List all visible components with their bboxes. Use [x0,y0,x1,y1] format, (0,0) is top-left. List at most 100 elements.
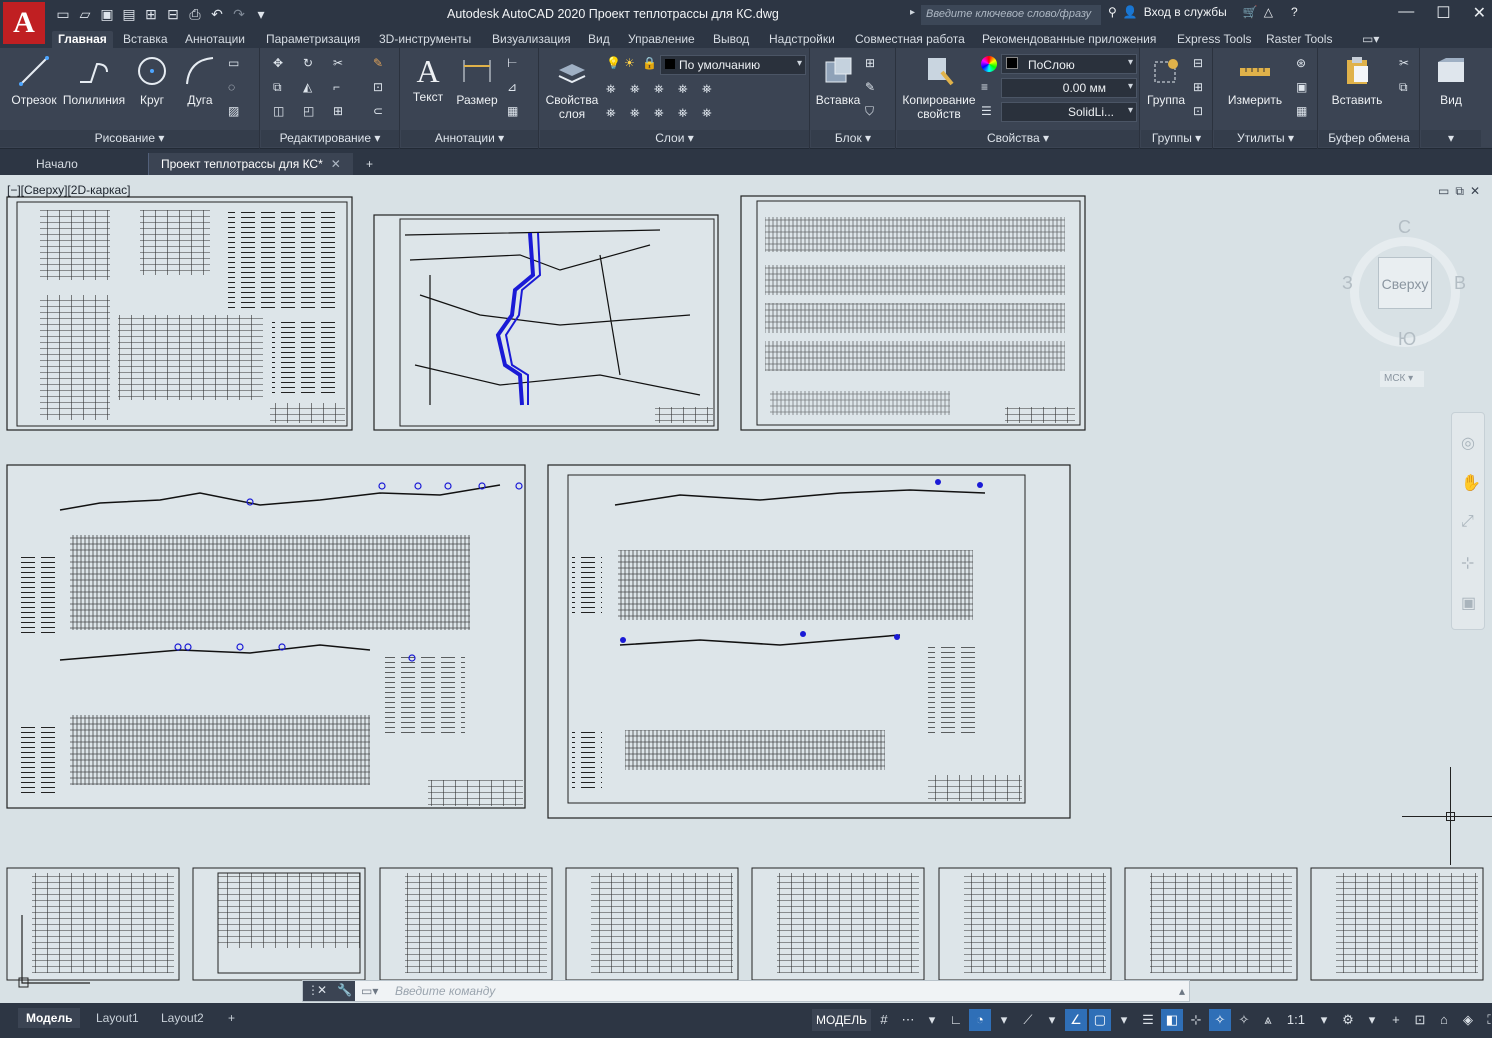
linetype-dropdown[interactable]: SolidLi... [1001,102,1137,122]
open-file-icon[interactable]: ▱ [76,5,94,23]
sheet-spec-3[interactable] [379,867,553,981]
ortho-icon[interactable]: ∟ [945,1009,967,1031]
copy-icon[interactable]: ⧉ [273,80,289,96]
offset-icon[interactable]: ⊂ [373,104,389,120]
object-snap-icon[interactable]: ▢ [1088,1009,1111,1031]
panel-layers-title[interactable]: Слои ▾ [540,130,809,147]
panel-draw-title[interactable]: Рисование ▾ [0,130,259,147]
measure-button[interactable]: Измерить [1222,54,1288,107]
layer-on-icon[interactable]: 💡 [606,56,622,72]
layer-freeze-icon[interactable]: ☀ [624,56,640,72]
a360-icon[interactable]: △ [1264,5,1273,19]
trim-icon[interactable]: ✂ [333,56,349,72]
isodraft-icon[interactable]: ⟋ [1017,1009,1039,1031]
compass-south[interactable]: Ю [1398,329,1416,350]
annotation-scale-value[interactable]: 1:1 [1281,1009,1311,1031]
text-button[interactable]: A Текст [407,54,449,104]
file-tab-start[interactable]: Начало [24,153,90,175]
grid-icon[interactable]: # [873,1009,895,1031]
sheet-profile-2[interactable] [547,464,1071,819]
tab-express-tools[interactable]: Express Tools [1171,31,1257,48]
sheet-spec-4[interactable] [565,867,739,981]
save-as-icon[interactable]: ▤ [120,5,138,23]
layer-tool-icon[interactable]: ⛯ [630,82,646,98]
paste-button[interactable]: Вставить [1327,54,1387,107]
search-input[interactable]: Введите ключевое слово/фразу [921,5,1101,25]
print-icon[interactable]: ⎙ [186,5,204,23]
showmotion-icon[interactable]: ▣ [1461,593,1476,613]
units-icon[interactable]: ⊡ [1409,1009,1431,1031]
command-history-icon[interactable]: ▭▾ [361,984,378,998]
workspace-gear-icon[interactable]: ⚙ [1337,1009,1359,1031]
explode-icon[interactable]: ⊡ [373,80,389,96]
compass-west[interactable]: З [1342,273,1353,294]
qat-customize-icon[interactable]: ▾ [252,5,270,23]
annotation-visibility-icon[interactable]: ✧ [1208,1009,1231,1031]
tab-visualize[interactable]: Визуализация [486,31,577,48]
mirror-icon[interactable]: ◭ [303,80,319,96]
ungroup-icon[interactable]: ⊟ [1193,56,1209,72]
transparency-icon[interactable]: ◧ [1160,1009,1183,1031]
application-menu-button[interactable]: A [3,2,45,44]
layout-tab-model[interactable]: Модель [18,1008,81,1028]
snap-dropdown-icon[interactable]: ▾ [921,1009,943,1031]
group-select-icon[interactable]: ⊡ [1193,104,1209,120]
annotation-scale-icon[interactable]: ⩓ [1257,1009,1279,1031]
add-layout-button[interactable]: + [220,1008,243,1028]
layer-tool-icon[interactable]: ⛯ [606,82,622,98]
ucs-dropdown[interactable]: МСК ▾ [1380,371,1424,387]
sheet-spec-8[interactable] [1310,867,1484,981]
ribbon-toggle-icon[interactable]: ▭▾ [1356,31,1385,48]
circle-button[interactable]: Круг [132,54,172,107]
layer-tool-icon[interactable]: ⛯ [654,106,670,122]
binoculars-icon[interactable]: ⚲ [1108,5,1117,19]
tab-view[interactable]: Вид [582,31,616,48]
polar-dropdown-icon[interactable]: ▾ [993,1009,1015,1031]
dimension-button[interactable]: Размер [453,54,501,107]
publish-icon[interactable]: ⊟ [164,5,182,23]
maximize-icon[interactable]: ☐ [1436,3,1450,23]
new-tab-button[interactable]: + [354,153,385,175]
save-icon[interactable]: ▣ [98,5,116,23]
command-line-grip[interactable]: ⋮ ✕ 🔧 [303,981,355,1001]
autoscale-icon[interactable]: ✧ [1233,1009,1255,1031]
lineweight-display-icon[interactable]: ☰ [1137,1009,1159,1031]
close-command-icon[interactable]: ✕ [317,983,327,997]
group-button[interactable]: Группа [1143,54,1189,107]
create-block-icon[interactable]: ⊞ [865,56,881,72]
arc-button[interactable]: Дуга [178,54,222,107]
gradient-icon[interactable]: ▨ [228,104,244,120]
table-icon[interactable]: ⊿ [507,80,523,96]
tab-addins[interactable]: Надстройки [763,31,841,48]
match-properties-button[interactable]: Копирование свойств [899,54,979,121]
steering-wheel-icon[interactable]: ◎ [1461,433,1475,453]
isodraft-dropdown-icon[interactable]: ▾ [1041,1009,1063,1031]
clean-screen-icon[interactable]: ⛶ [1481,1009,1492,1031]
stretch-icon[interactable]: ◫ [273,104,289,120]
zoom-extents-icon[interactable]: ⤢ [1461,513,1474,531]
viewcube-face-top[interactable]: Сверху [1378,257,1432,309]
search-expand-icon[interactable]: ▸ [910,7,915,18]
tab-manage[interactable]: Управление [622,31,701,48]
panel-groups-title[interactable]: Группы ▾ [1141,130,1212,147]
tab-home[interactable]: Главная [52,31,113,48]
edit-attributes-icon[interactable]: ⛉ [865,104,881,120]
close-tab-icon[interactable]: ✕ [331,157,341,171]
layer-tool-icon[interactable]: ⛯ [654,82,670,98]
sheet-profile-1[interactable] [6,464,526,809]
polar-tracking-icon[interactable]: ◔ [968,1009,991,1031]
sheet-spec-6[interactable] [938,867,1112,981]
group-edit-icon[interactable]: ⊞ [1193,80,1209,96]
rotate-icon[interactable]: ↻ [303,56,319,72]
panel-annotation-title[interactable]: Аннотации ▾ [401,130,538,147]
layout-tab-layout1[interactable]: Layout1 [88,1008,147,1028]
command-expand-icon[interactable]: ▴ [1179,984,1185,998]
insert-block-button[interactable]: Вставка [815,54,861,107]
layer-lock-icon[interactable]: 🔒 [642,56,658,72]
tab-3d-tools[interactable]: 3D-инструменты [373,31,477,48]
leader-icon[interactable]: ⊢ [507,56,523,72]
snap-icon[interactable]: ⋯ [897,1009,919,1031]
drawing-canvas[interactable]: [−][Сверху][2D-каркас] ▭ ⧉ ✕ Сверху С Ю … [0,175,1492,1005]
sheet-details[interactable] [740,195,1086,431]
move-icon[interactable]: ✥ [273,56,289,72]
